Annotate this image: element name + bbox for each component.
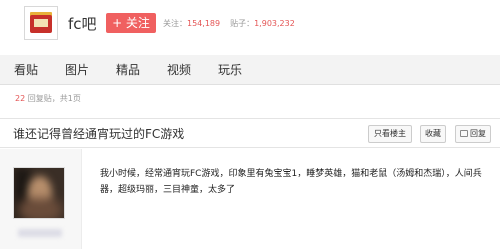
reply-icon bbox=[460, 130, 468, 137]
post-content: 我小时候，经常通宵玩FC游戏，印象里有兔宝宝1，睡梦英雄，猫和老鼠（汤姆和杰瑞）… bbox=[100, 169, 482, 195]
favorite-button[interactable]: 收藏 bbox=[420, 125, 446, 143]
post: 我小时候，经常通宵玩FC游戏，印象里有兔宝宝1，睡梦英雄，猫和老鼠（汤姆和杰瑞）… bbox=[0, 149, 500, 249]
owner-only-button[interactable]: 只看楼主 bbox=[368, 125, 412, 143]
posts-label: 贴子： bbox=[230, 19, 255, 28]
author-column bbox=[0, 149, 82, 249]
tab-images[interactable]: 图片 bbox=[65, 55, 89, 85]
posts-count: 1,903,232 bbox=[254, 19, 295, 28]
forum-stats: 关注：154,189 贴子：1,903,232 bbox=[163, 18, 295, 29]
avatar[interactable] bbox=[13, 167, 65, 219]
reply-count: 22 bbox=[15, 94, 26, 103]
reply-meta: 22 回复贴，共1页 bbox=[15, 93, 81, 104]
forum-header: fc吧 + 关注 关注：154,189 贴子：1,903,232 bbox=[0, 0, 500, 52]
reply-button-label: 回复 bbox=[470, 129, 486, 138]
follow-button[interactable]: + 关注 bbox=[106, 13, 156, 33]
tab-videos[interactable]: 视频 bbox=[167, 55, 191, 85]
tab-posts[interactable]: 看贴 bbox=[14, 55, 38, 85]
followers-label: 关注： bbox=[163, 19, 187, 28]
forum-logo[interactable] bbox=[24, 6, 58, 40]
forum-name[interactable]: fc吧 bbox=[68, 13, 97, 34]
reply-button[interactable]: 回复 bbox=[455, 125, 491, 143]
tab-fun[interactable]: 玩乐 bbox=[218, 55, 242, 85]
cartridge-label-icon bbox=[34, 19, 48, 27]
tab-featured[interactable]: 精品 bbox=[116, 55, 140, 85]
thread-title: 谁还记得曾经通宵玩过的FC游戏 bbox=[13, 127, 185, 141]
forum-tabs: 看贴 图片 精品 视频 玩乐 bbox=[0, 55, 500, 85]
reply-meta-text: 回复贴，共1页 bbox=[25, 94, 81, 103]
author-name-blurred[interactable] bbox=[18, 229, 62, 237]
thread-title-bar: 谁还记得曾经通宵玩过的FC游戏 只看楼主 收藏 回复 bbox=[0, 118, 500, 148]
followers-count: 154,189 bbox=[187, 19, 221, 28]
